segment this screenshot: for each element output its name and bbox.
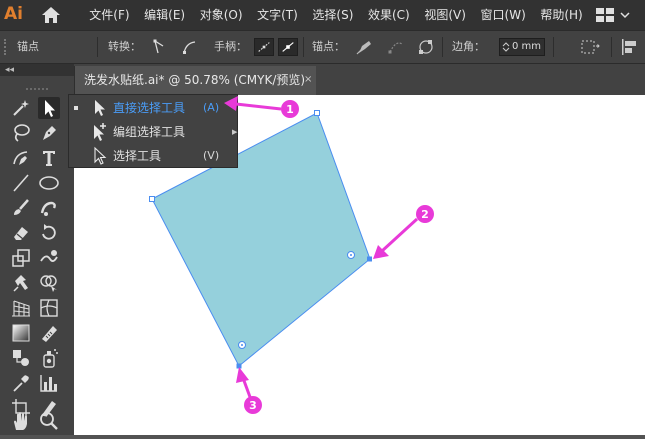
callout-3: 3 bbox=[236, 367, 262, 414]
callout-1: 1 bbox=[224, 96, 299, 118]
callout-number: 1 bbox=[286, 103, 294, 116]
callout-number: 3 bbox=[249, 399, 257, 412]
callout-number: 2 bbox=[421, 208, 429, 221]
annotation-overlay: 1 2 3 bbox=[224, 96, 434, 414]
callout-2: 2 bbox=[373, 205, 434, 259]
